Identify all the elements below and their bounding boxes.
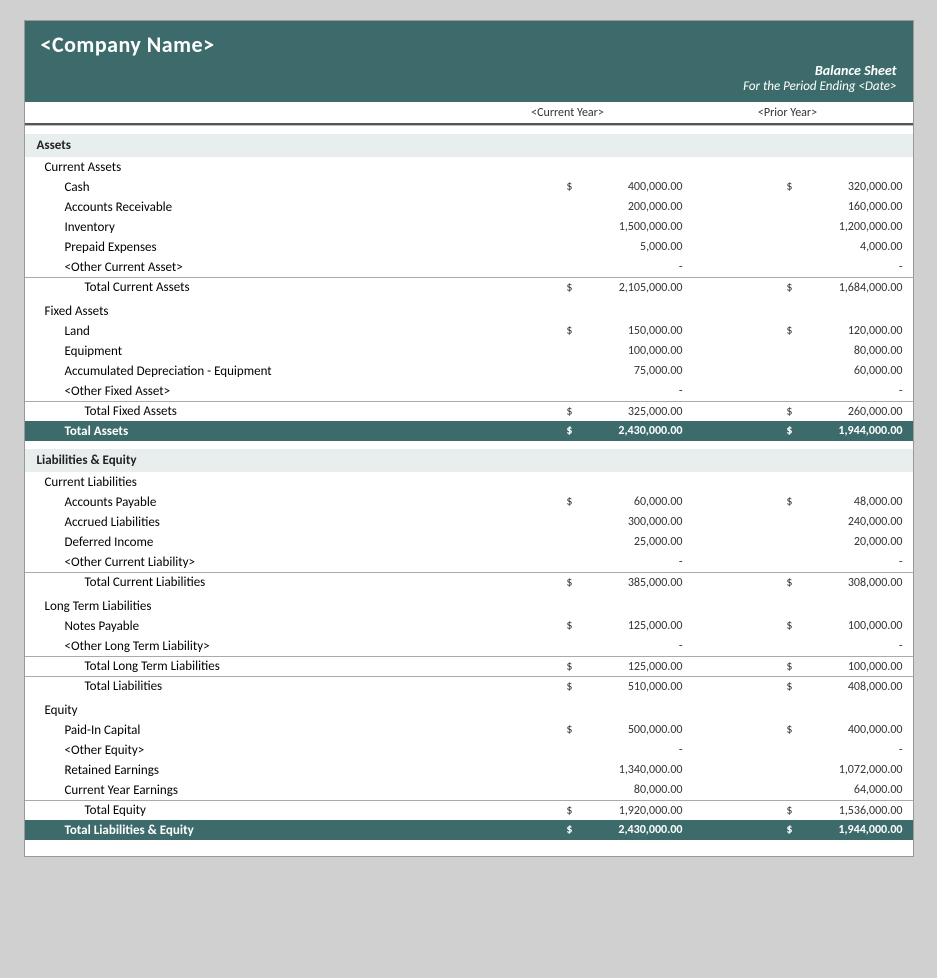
long-term-liabilities-subheader: Long Term Liabilities	[25, 596, 913, 616]
other-fixed-asset-row: <Other Fixed Asset> - -	[25, 381, 913, 401]
total-liabilities-equity-row: Total Liabilities & Equity $2,430,000.00…	[25, 820, 913, 840]
cash-row: Cash $400,000.00 $320,000.00	[25, 177, 913, 197]
current-liabilities-subheader: Current Liabilities	[25, 472, 913, 492]
equity-subheader: Equity	[25, 700, 913, 720]
report-subtitle: For the Period Ending <Date>	[41, 79, 897, 94]
accrued-liabilities-row: Accrued Liabilities 300,000.00 240,000.0…	[25, 512, 913, 532]
deferred-income-row: Deferred Income 25,000.00 20,000.00	[25, 532, 913, 552]
other-current-liability-row: <Other Current Liability> - -	[25, 552, 913, 572]
accumulated-depreciation-row: Accumulated Depreciation - Equipment 75,…	[25, 361, 913, 381]
total-fixed-assets-row: Total Fixed Assets $325,000.00 $260,000.…	[25, 401, 913, 421]
total-current-liabilities-row: Total Current Liabilities $385,000.00 $3…	[25, 572, 913, 592]
accounts-receivable-row: Accounts Receivable 200,000.00 160,000.0…	[25, 197, 913, 217]
company-name: <Company Name>	[41, 31, 897, 58]
fixed-assets-subheader: Fixed Assets	[25, 301, 913, 321]
column-headers: <Current Year> <Prior Year>	[25, 102, 913, 125]
inventory-row: Inventory 1,500,000.00 1,200,000.00	[25, 217, 913, 237]
balance-sheet: <Company Name> Balance Sheet For the Per…	[24, 20, 914, 857]
total-long-term-liabilities-row: Total Long Term Liabilities $125,000.00 …	[25, 656, 913, 676]
liabilities-equity-section-header: Liabilities & Equity	[25, 449, 913, 472]
other-equity-row: <Other Equity> - -	[25, 740, 913, 760]
notes-payable-row: Notes Payable $125,000.00 $100,000.00	[25, 616, 913, 636]
other-current-asset-row: <Other Current Asset> - -	[25, 257, 913, 277]
land-row: Land $150,000.00 $120,000.00	[25, 321, 913, 341]
report-title: Balance Sheet	[41, 62, 897, 79]
other-long-term-liability-row: <Other Long Term Liability> - -	[25, 636, 913, 656]
accounts-payable-row: Accounts Payable $60,000.00 $48,000.00	[25, 492, 913, 512]
equipment-row: Equipment 100,000.00 80,000.00	[25, 341, 913, 361]
total-current-assets-row: Total Current Assets $2,105,000.00 $1,68…	[25, 277, 913, 297]
assets-section-header: Assets	[25, 134, 913, 157]
total-assets-row: Total Assets $2,430,000.00 $1,944,000.00	[25, 421, 913, 441]
current-year-header: <Current Year>	[473, 106, 693, 120]
current-assets-subheader: Current Assets	[25, 157, 913, 177]
prepaid-expenses-row: Prepaid Expenses 5,000.00 4,000.00	[25, 237, 913, 257]
header-block: <Company Name> Balance Sheet For the Per…	[25, 21, 913, 102]
total-equity-row: Total Equity $1,920,000.00 $1,536,000.00	[25, 800, 913, 820]
prior-year-header: <Prior Year>	[693, 106, 913, 120]
current-year-earnings-row: Current Year Earnings 80,000.00 64,000.0…	[25, 780, 913, 800]
total-liabilities-row: Total Liabilities $510,000.00 $408,000.0…	[25, 676, 913, 696]
retained-earnings-row: Retained Earnings 1,340,000.00 1,072,000…	[25, 760, 913, 780]
paid-in-capital-row: Paid-In Capital $500,000.00 $400,000.00	[25, 720, 913, 740]
